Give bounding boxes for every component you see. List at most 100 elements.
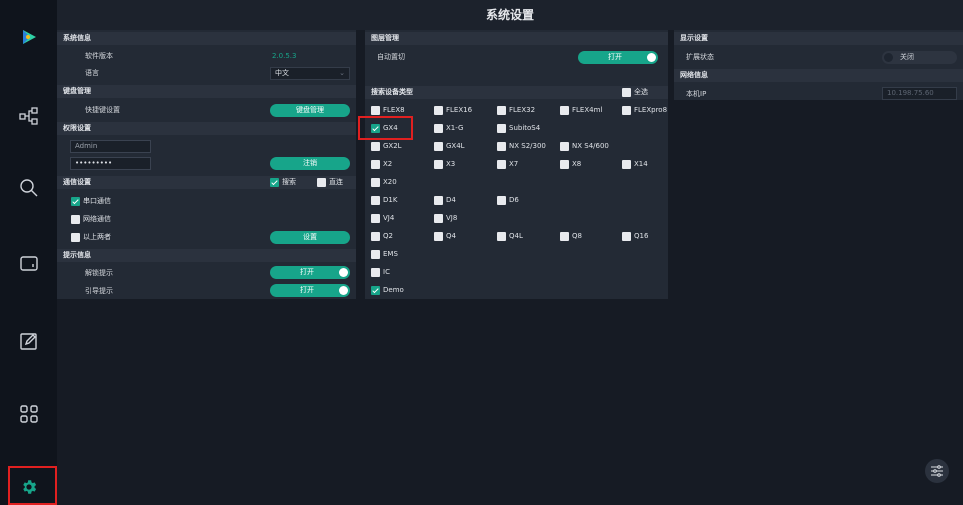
direct-checkbox[interactable]: 直连 <box>317 177 343 188</box>
device-checkbox[interactable]: Q16 <box>622 231 648 242</box>
device-checkbox[interactable]: FLEX4ml <box>560 105 602 116</box>
device-checkbox[interactable]: IC <box>371 267 390 278</box>
sys-info-header: 系统信息 <box>57 32 356 45</box>
topology-icon[interactable] <box>14 101 44 131</box>
serial-checkbox[interactable]: 串口通信 <box>71 196 111 207</box>
permission-header: 权限设置 <box>57 122 356 135</box>
device-checkbox[interactable]: X14 <box>622 159 648 170</box>
device-checkbox[interactable]: Demo <box>371 285 404 296</box>
edit-icon[interactable] <box>14 326 44 356</box>
device-label: FLEX8 <box>383 106 405 114</box>
device-label: D1K <box>383 196 398 204</box>
device-checkbox[interactable]: GX4L <box>434 141 465 152</box>
device-label: NX S2/300 <box>509 142 546 150</box>
checkbox-icon <box>497 106 506 115</box>
device-checkbox[interactable]: FLEXpro8 <box>622 105 667 116</box>
device-checkbox[interactable]: X8 <box>560 159 581 170</box>
device-checkbox[interactable]: SubitoS4 <box>497 123 540 134</box>
checkbox-icon <box>560 160 569 169</box>
guide-tip-toggle[interactable]: 打开 <box>270 284 350 297</box>
toggle-state: 打开 <box>608 53 622 61</box>
device-checkbox[interactable]: NX S4/600 <box>560 141 609 152</box>
checkbox-icon <box>622 88 631 97</box>
device-checkbox[interactable]: EMS <box>371 249 398 260</box>
local-ip-label: 本机IP <box>686 90 707 98</box>
device-checkbox[interactable]: X3 <box>434 159 455 170</box>
device-checkbox[interactable]: X2 <box>371 159 392 170</box>
device-checkbox[interactable]: VJ8 <box>434 213 457 224</box>
checkbox-icon <box>622 160 631 169</box>
language-label: 语言 <box>85 69 99 77</box>
checkbox-icon <box>560 106 569 115</box>
sliders-icon[interactable] <box>925 459 949 483</box>
grid-icon[interactable] <box>14 399 44 429</box>
keyboard-header: 键盘管理 <box>57 85 356 98</box>
device-checkbox[interactable]: D4 <box>434 195 456 206</box>
auto-switch-toggle[interactable]: 打开 <box>578 51 658 64</box>
device-label: X2 <box>383 160 393 168</box>
checkbox-icon <box>317 178 326 187</box>
guide-tip-label: 引导提示 <box>85 287 113 295</box>
version-label: 软件版本 <box>85 52 113 60</box>
toggle-knob <box>647 53 656 62</box>
device-checkbox[interactable]: X1-G <box>434 123 463 134</box>
display-header: 显示设置 <box>674 32 963 45</box>
play-logo-icon[interactable] <box>14 22 44 52</box>
sidebar <box>0 0 57 505</box>
checkbox-icon <box>497 196 506 205</box>
layer-header: 图层管理 <box>365 32 668 45</box>
device-label: Demo <box>383 286 404 294</box>
device-checkbox[interactable]: FLEX32 <box>497 105 535 116</box>
shortcut-label: 快捷键设置 <box>85 106 120 114</box>
checkbox-icon <box>270 178 279 187</box>
device-checkbox[interactable]: X20 <box>371 177 397 188</box>
checkbox-icon <box>371 286 380 295</box>
language-value: 中文 <box>275 69 289 77</box>
device-label: Q16 <box>634 232 649 240</box>
device-checkbox[interactable]: D1K <box>371 195 397 206</box>
unlock-tip-toggle[interactable]: 打开 <box>270 266 350 279</box>
both-checkbox[interactable]: 以上两者 <box>71 232 111 243</box>
unlock-tip-label: 解锁提示 <box>85 269 113 277</box>
device-checkbox[interactable]: NX S2/300 <box>497 141 546 152</box>
checkbox-icon <box>497 160 506 169</box>
device-label: NX S4/600 <box>572 142 609 150</box>
device-checkbox[interactable]: VJ4 <box>371 213 394 224</box>
device-checkbox[interactable]: D6 <box>497 195 519 206</box>
device-checkbox[interactable]: Q2 <box>371 231 393 242</box>
username-field[interactable]: Admin <box>70 140 151 153</box>
logout-button[interactable]: 注销 <box>270 157 350 170</box>
extend-state-toggle[interactable]: 关闭 <box>882 51 957 64</box>
serial-label: 串口通信 <box>83 197 111 205</box>
device-checkbox[interactable]: FLEX8 <box>371 105 405 116</box>
device-checkbox[interactable]: Q4 <box>434 231 456 242</box>
device-checkbox[interactable]: Q4L <box>497 231 523 242</box>
device-label: SubitoS4 <box>509 124 541 132</box>
checkbox-icon <box>560 232 569 241</box>
device-label: VJ8 <box>446 214 458 222</box>
checkbox-icon <box>622 106 631 115</box>
search-checkbox[interactable]: 搜索 <box>270 177 296 188</box>
select-all-checkbox[interactable]: 全选 <box>622 87 648 98</box>
search-label: 搜索 <box>282 178 296 186</box>
chevron-down-icon: ⌄ <box>339 69 345 77</box>
checkbox-icon <box>434 232 443 241</box>
device-label: Q2 <box>383 232 393 240</box>
device-checkbox[interactable]: Q8 <box>560 231 582 242</box>
local-ip-field[interactable]: 10.198.75.60 <box>882 87 957 100</box>
network-checkbox[interactable]: 网络通信 <box>71 214 111 225</box>
keyboard-manage-button[interactable]: 键盘管理 <box>270 104 350 117</box>
checkbox-icon <box>371 196 380 205</box>
comm-set-button[interactable]: 设置 <box>270 231 350 244</box>
screen-icon[interactable] <box>14 249 44 279</box>
device-checkbox[interactable]: FLEX16 <box>434 105 472 116</box>
language-select[interactable]: 中文 ⌄ <box>270 67 350 80</box>
password-field[interactable]: ••••••••• <box>70 157 151 170</box>
device-label: GX4L <box>446 142 465 150</box>
device-label: D6 <box>509 196 519 204</box>
search-icon[interactable] <box>14 173 44 203</box>
checkbox-icon <box>622 232 631 241</box>
device-label: FLEXpro8 <box>634 106 668 114</box>
device-checkbox[interactable]: X7 <box>497 159 518 170</box>
device-checkbox[interactable]: GX2L <box>371 141 402 152</box>
